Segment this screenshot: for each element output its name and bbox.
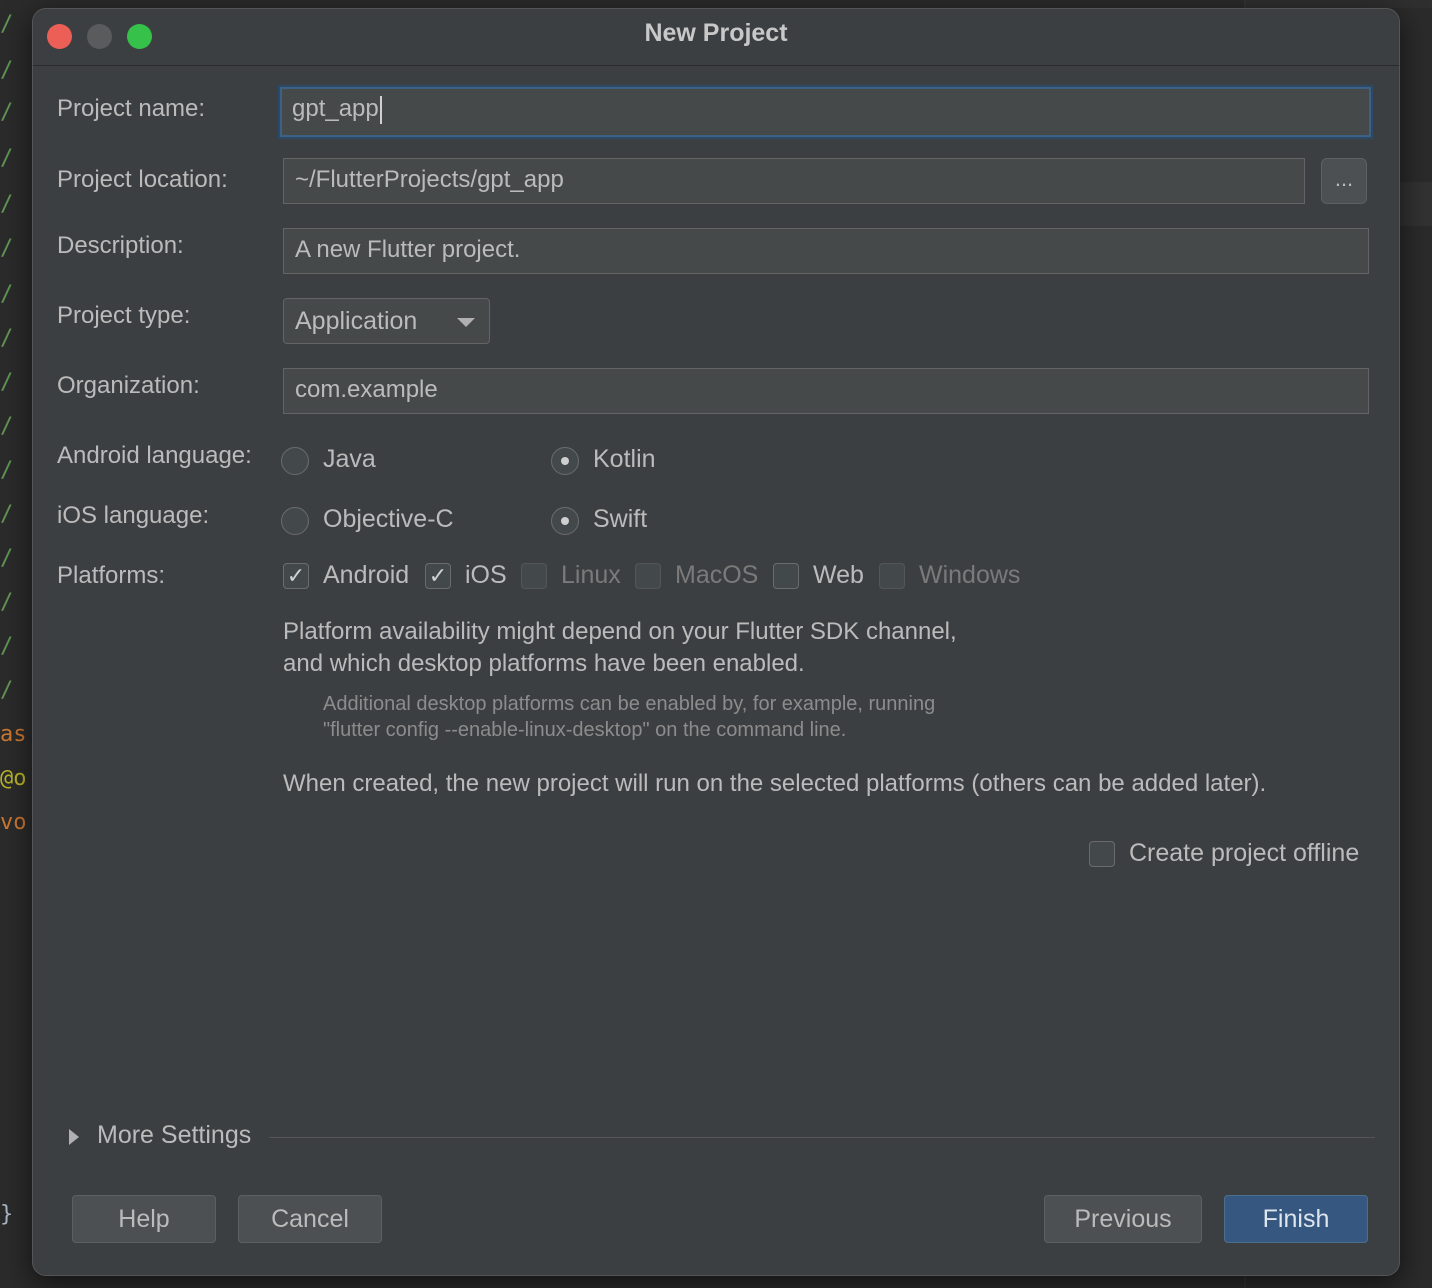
- code-glyph: /: [0, 502, 14, 527]
- kotlin-label[interactable]: Kotlin: [593, 445, 656, 474]
- code-glyph: /: [0, 414, 14, 439]
- availability-note-line2: and which desktop platforms have been en…: [283, 650, 805, 677]
- java-label[interactable]: Java: [323, 445, 376, 474]
- organization-value: com.example: [295, 376, 438, 403]
- separator: [269, 1137, 1375, 1138]
- web-platform-label[interactable]: Web: [813, 561, 864, 590]
- code-glyph: /: [0, 634, 14, 659]
- code-glyph: /: [0, 458, 14, 483]
- code-glyph: @o: [0, 766, 27, 791]
- new-project-dialog: New Project Project name: gpt_app Projec…: [32, 8, 1400, 1276]
- desktop-hint-line2: "flutter config --enable-linux-desktop" …: [323, 719, 847, 741]
- ios-platform-label[interactable]: iOS: [465, 561, 507, 590]
- ios-language-label: iOS language:: [57, 502, 210, 529]
- create-offline-label[interactable]: Create project offline: [1129, 839, 1359, 868]
- project-name-label: Project name:: [57, 95, 206, 122]
- desktop-hint-line1: Additional desktop platforms can be enab…: [323, 693, 936, 715]
- project-name-value: gpt_app: [292, 95, 379, 122]
- platforms-label: Platforms:: [57, 562, 166, 589]
- code-glyph: /: [0, 546, 14, 571]
- code-glyph: /: [0, 12, 14, 37]
- more-settings-toggle[interactable]: More Settings: [97, 1121, 251, 1150]
- text-caret: [379, 95, 382, 124]
- browse-location-button[interactable]: ...: [1321, 158, 1367, 204]
- linux-checkbox: [521, 563, 547, 589]
- ios-checkbox[interactable]: ✓: [425, 563, 451, 589]
- code-glyph: as: [0, 722, 27, 747]
- code-glyph: /: [0, 678, 14, 703]
- code-glyph: /: [0, 58, 14, 83]
- android-platform-label[interactable]: Android: [323, 561, 409, 590]
- description-value: A new Flutter project.: [295, 236, 521, 263]
- web-checkbox[interactable]: [773, 563, 799, 589]
- android-checkbox[interactable]: ✓: [283, 563, 309, 589]
- swift-radio[interactable]: [551, 507, 579, 535]
- project-location-value: ~/FlutterProjects/gpt_app: [295, 166, 564, 193]
- project-type-dropdown[interactable]: Application: [283, 298, 490, 344]
- help-button[interactable]: Help: [72, 1195, 216, 1243]
- objective-c-label[interactable]: Objective-C: [323, 505, 454, 534]
- swift-label[interactable]: Swift: [593, 505, 647, 534]
- finish-button[interactable]: Finish: [1224, 1195, 1368, 1243]
- project-location-label: Project location:: [57, 166, 228, 193]
- code-glyph: /: [0, 282, 14, 307]
- code-glyph: /: [0, 236, 14, 261]
- macos-platform-label: MacOS: [675, 561, 759, 589]
- android-language-label: Android language:: [57, 442, 252, 469]
- code-glyph: /: [0, 326, 14, 351]
- editor-highlight: [1246, 0, 1432, 8]
- code-glyph: /: [0, 192, 14, 217]
- project-location-input[interactable]: ~/FlutterProjects/gpt_app: [283, 158, 1305, 204]
- availability-note-line1: Platform availability might depend on yo…: [283, 618, 957, 645]
- code-glyph: /: [0, 590, 14, 615]
- kotlin-radio[interactable]: [551, 447, 579, 475]
- code-glyph: /: [0, 100, 14, 125]
- linux-platform-label: Linux: [561, 561, 621, 589]
- organization-input[interactable]: com.example: [283, 368, 1369, 414]
- created-note: When created, the new project will run o…: [283, 770, 1267, 797]
- objective-c-radio[interactable]: [281, 507, 309, 535]
- chevron-down-icon: [457, 318, 475, 327]
- previous-button[interactable]: Previous: [1044, 1195, 1202, 1243]
- macos-checkbox: [635, 563, 661, 589]
- description-input[interactable]: A new Flutter project.: [283, 228, 1369, 274]
- create-offline-checkbox[interactable]: [1089, 841, 1115, 867]
- windows-platform-label: Windows: [919, 561, 1021, 589]
- cancel-button[interactable]: Cancel: [238, 1195, 382, 1243]
- java-radio[interactable]: [281, 447, 309, 475]
- chevron-right-icon[interactable]: [69, 1129, 79, 1145]
- code-glyph: vo: [0, 810, 27, 835]
- project-name-input[interactable]: gpt_app: [278, 85, 1373, 139]
- title-bar: New Project: [33, 9, 1399, 66]
- project-type-label: Project type:: [57, 302, 191, 329]
- code-glyph: }: [0, 1202, 14, 1227]
- project-type-value: Application: [295, 307, 418, 335]
- code-glyph: /: [0, 146, 14, 171]
- organization-label: Organization:: [57, 372, 200, 399]
- description-label: Description:: [57, 232, 184, 259]
- dialog-title: New Project: [644, 19, 788, 47]
- windows-checkbox: [879, 563, 905, 589]
- code-glyph: /: [0, 370, 14, 395]
